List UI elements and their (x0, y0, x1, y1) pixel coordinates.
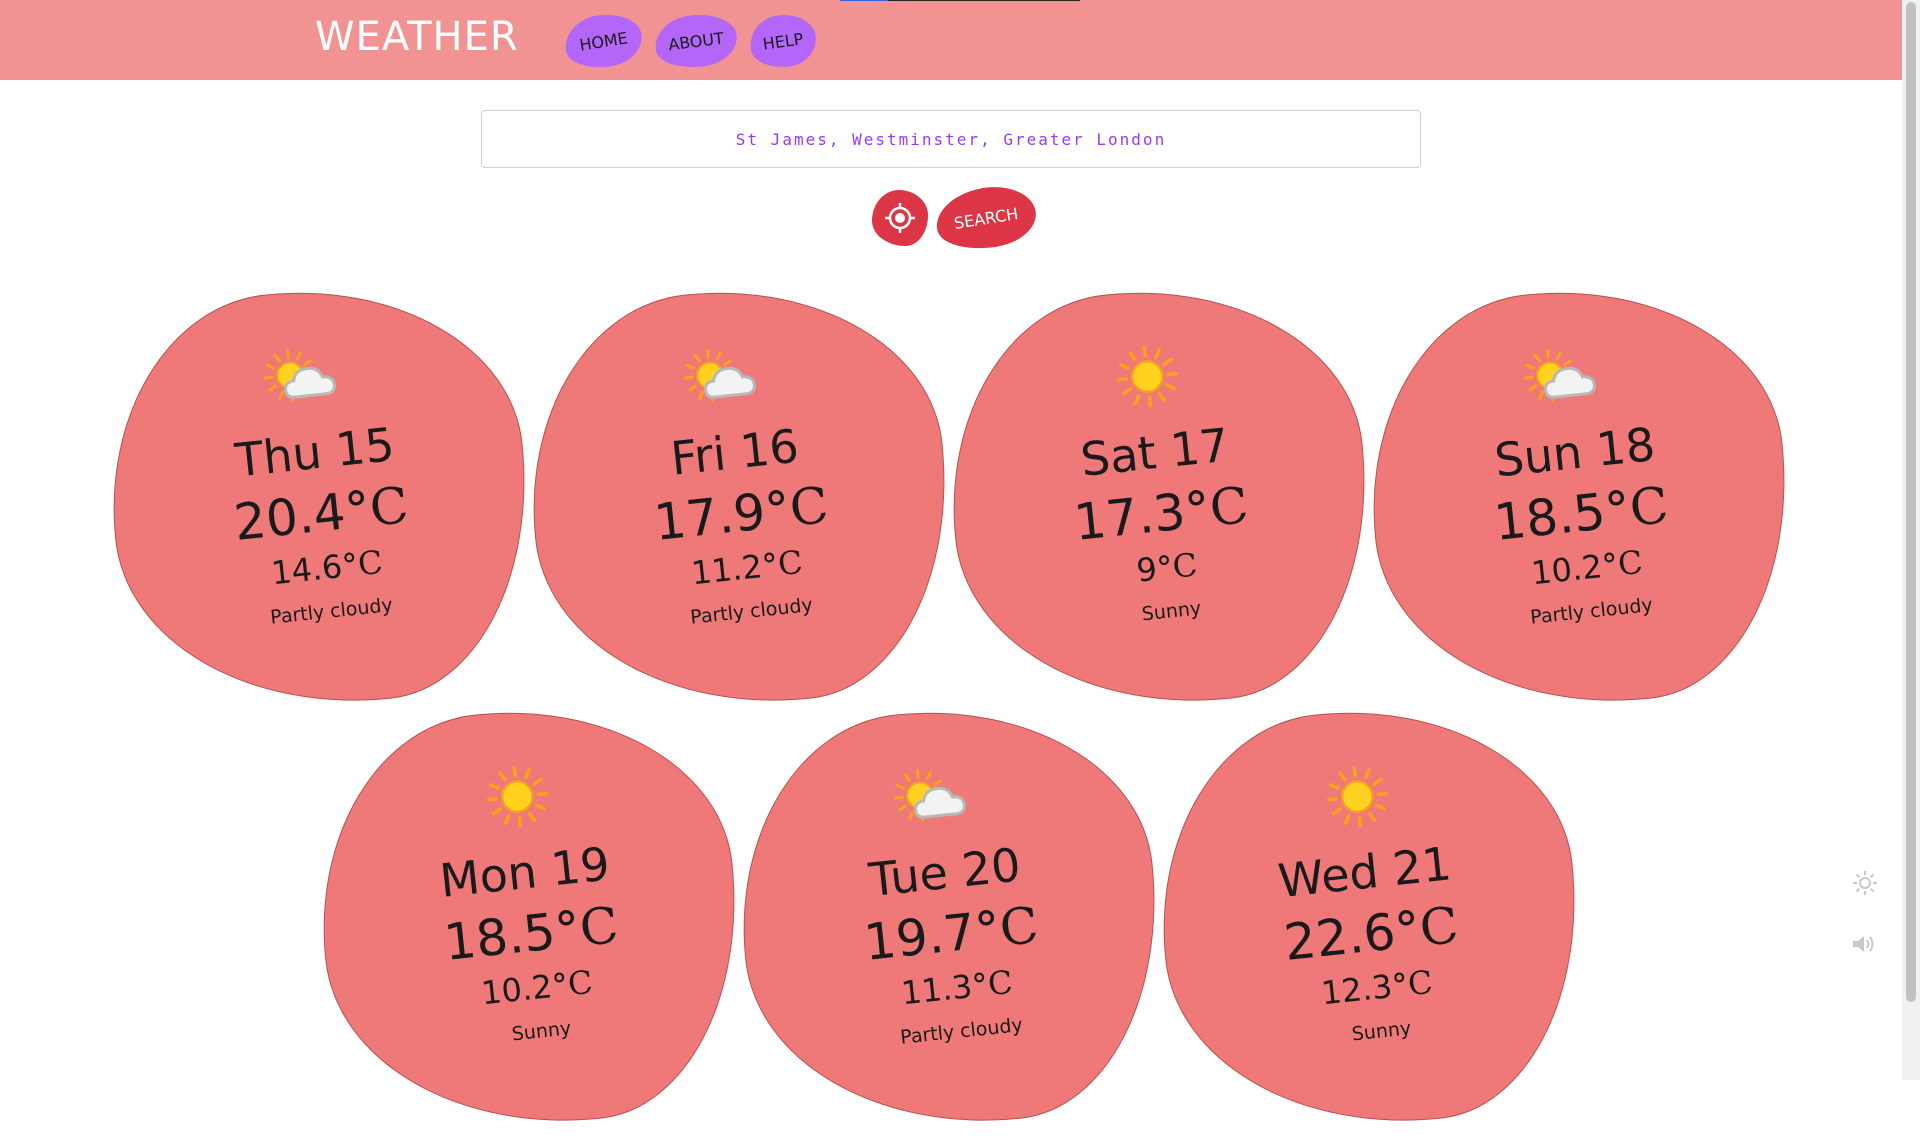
forecast-min-temp: 11.2°C (689, 542, 805, 593)
sound-toggle[interactable] (1850, 932, 1878, 956)
forecast-card: Wed 21 22.6°C 12.3°C Sunny (1141, 689, 1598, 1146)
forecast-min-temp: 14.6°C (269, 542, 385, 593)
forecast-max-temp: 18.5°C (1491, 475, 1672, 552)
forecast-day: Sun 18 (1492, 417, 1658, 488)
forecast-card: Thu 15 20.4°C 14.6°C Partly cloudy (91, 269, 548, 726)
partly-cloudy-icon (678, 337, 775, 416)
forecast-day: Mon 19 (437, 836, 613, 908)
brightness-icon (1853, 871, 1877, 895)
forecast-day: Thu 15 (232, 417, 397, 488)
sun-icon (1098, 337, 1195, 416)
brand-logo[interactable]: WEATHER (315, 14, 519, 60)
forecast-min-temp: 9°C (1134, 545, 1200, 590)
forecast-min-temp: 12.3°C (1319, 962, 1435, 1013)
forecast-max-temp: 19.7°C (861, 895, 1042, 972)
forecast-condition: Sunny (510, 1017, 573, 1046)
top-navbar: WEATHER HOME ABOUT HELP (0, 0, 1902, 80)
forecast-card: Fri 16 17.9°C 11.2°C Partly cloudy (511, 269, 968, 726)
partly-cloudy-icon (1518, 337, 1615, 416)
forecast-min-temp: 10.2°C (479, 962, 595, 1013)
forecast-min-temp: 11.3°C (899, 962, 1015, 1013)
page-scrollbar[interactable] (1902, 0, 1920, 1080)
forecast-card: Sun 18 18.5°C 10.2°C Partly cloudy (1351, 269, 1808, 726)
search-input[interactable]: St James, Westminster, Greater London (481, 110, 1421, 168)
forecast-day: Sat 17 (1078, 417, 1232, 487)
forecast-condition: Partly cloudy (1529, 594, 1654, 629)
use-location-button[interactable] (872, 190, 928, 246)
forecast-card: Tue 20 19.7°C 11.3°C Partly cloudy (721, 689, 1178, 1146)
scrollbar-thumb[interactable] (1906, 2, 1916, 1002)
crosshair-icon (885, 203, 915, 233)
forecast-max-temp: 22.6°C (1281, 895, 1462, 972)
nav-help-button[interactable]: HELP (746, 10, 820, 72)
partly-cloudy-icon (888, 757, 985, 836)
forecast-card: Mon 19 18.5°C 10.2°C Sunny (301, 689, 758, 1146)
forecast-day: Fri 16 (668, 418, 802, 486)
forecast-condition: Sunny (1140, 597, 1203, 626)
top-accent-line (840, 0, 1080, 1)
forecast-condition: Partly cloudy (899, 1014, 1024, 1049)
nav-about-button[interactable]: ABOUT (652, 10, 740, 72)
forecast-condition: Sunny (1350, 1017, 1413, 1046)
partly-cloudy-icon (258, 337, 355, 416)
search-button[interactable]: SEARCH (931, 180, 1041, 256)
nav-home-button[interactable]: HOME (561, 9, 646, 73)
forecast-condition: Partly cloudy (269, 594, 394, 629)
forecast-max-temp: 17.3°C (1071, 475, 1252, 552)
forecast-card: Sat 17 17.3°C 9°C Sunny (931, 269, 1388, 726)
forecast-max-temp: 17.9°C (651, 475, 832, 552)
forecast-day: Wed 21 (1275, 836, 1454, 909)
sun-icon (1308, 757, 1405, 836)
theme-toggle[interactable] (1852, 870, 1878, 896)
forecast-min-temp: 10.2°C (1529, 542, 1645, 593)
speaker-icon (1853, 936, 1874, 952)
forecast-condition: Partly cloudy (689, 594, 814, 629)
forecast-max-temp: 20.4°C (231, 475, 412, 552)
forecast-day: Tue 20 (866, 837, 1024, 908)
sun-icon (468, 757, 565, 836)
forecast-max-temp: 18.5°C (441, 895, 622, 972)
